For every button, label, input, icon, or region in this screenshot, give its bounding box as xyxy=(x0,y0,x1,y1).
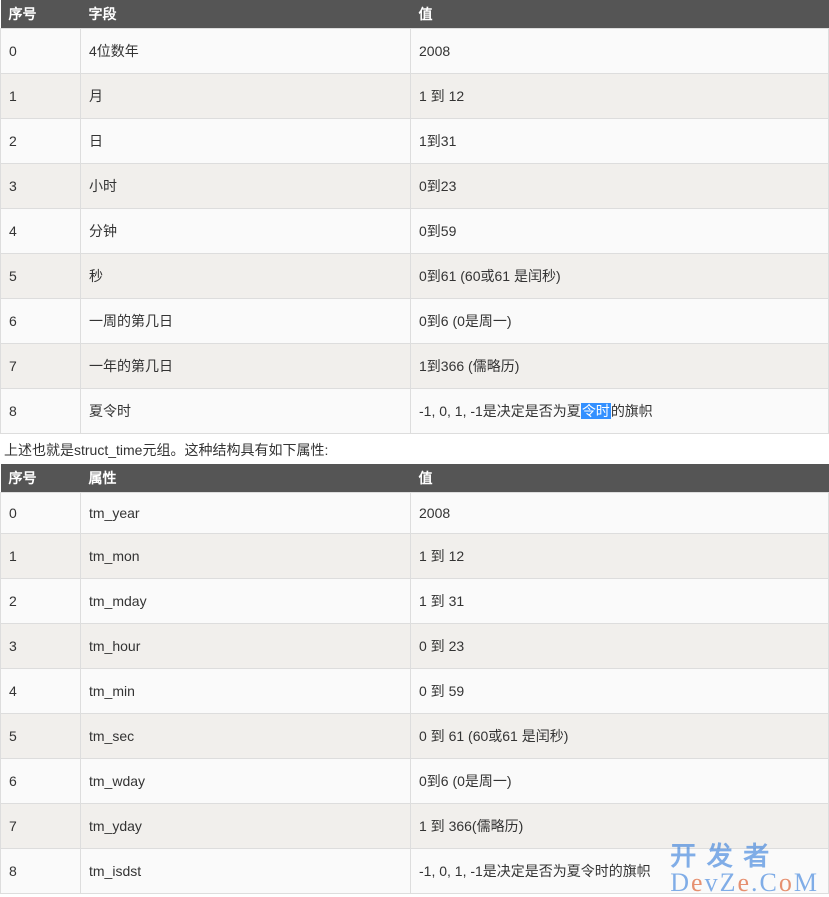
cell-value: -1, 0, 1, -1是决定是否为夏令时的旗帜 xyxy=(411,849,829,894)
cell-attr: tm_min xyxy=(81,669,411,714)
cell-idx: 0 xyxy=(1,493,81,534)
cell-attr: tm_mon xyxy=(81,534,411,579)
cell-field: 小时 xyxy=(81,164,411,209)
cell-idx: 8 xyxy=(1,389,81,434)
table-row: 6 tm_wday 0到6 (0是周一) xyxy=(1,759,829,804)
cell-attr: tm_wday xyxy=(81,759,411,804)
cell-value: 1到366 (儒略历) xyxy=(411,344,829,389)
cell-value: 0 到 23 xyxy=(411,624,829,669)
cell-value: 0到6 (0是周一) xyxy=(411,759,829,804)
table-row: 2 tm_mday 1 到 31 xyxy=(1,579,829,624)
cell-value: 0 到 59 xyxy=(411,669,829,714)
text: -1, 0, 1, -1是决定是否为夏 xyxy=(419,403,581,419)
cell-idx: 6 xyxy=(1,299,81,344)
cell-idx: 8 xyxy=(1,849,81,894)
cell-value: 1到31 xyxy=(411,119,829,164)
cell-idx: 1 xyxy=(1,74,81,119)
highlighted-text: 令时 xyxy=(581,403,611,419)
table-row: 2 日 1到31 xyxy=(1,119,829,164)
cell-field: 秒 xyxy=(81,254,411,299)
cell-idx: 4 xyxy=(1,209,81,254)
cell-idx: 3 xyxy=(1,624,81,669)
table-row: 6 一周的第几日 0到6 (0是周一) xyxy=(1,299,829,344)
cell-field: 月 xyxy=(81,74,411,119)
cell-idx: 5 xyxy=(1,254,81,299)
table-row: 8 夏令时 -1, 0, 1, -1是决定是否为夏令时的旗帜 xyxy=(1,389,829,434)
table-row: 1 月 1 到 12 xyxy=(1,74,829,119)
cell-idx: 7 xyxy=(1,344,81,389)
cell-idx: 7 xyxy=(1,804,81,849)
cell-value: 1 到 12 xyxy=(411,534,829,579)
cell-value: 2008 xyxy=(411,29,829,74)
table-row: 4 分钟 0到59 xyxy=(1,209,829,254)
cell-value: 1 到 12 xyxy=(411,74,829,119)
cell-idx: 4 xyxy=(1,669,81,714)
cell-attr: tm_hour xyxy=(81,624,411,669)
th-index: 序号 xyxy=(1,464,81,493)
th-value: 值 xyxy=(411,0,829,29)
table-row: 1 tm_mon 1 到 12 xyxy=(1,534,829,579)
cell-idx: 3 xyxy=(1,164,81,209)
cell-field: 分钟 xyxy=(81,209,411,254)
cell-value: -1, 0, 1, -1是决定是否为夏令时的旗帜 xyxy=(411,389,829,434)
cell-field: 夏令时 xyxy=(81,389,411,434)
cell-attr: tm_mday xyxy=(81,579,411,624)
th-attr: 属性 xyxy=(81,464,411,493)
cell-value: 1 到 31 xyxy=(411,579,829,624)
cell-value: 0到59 xyxy=(411,209,829,254)
table-row: 8 tm_isdst -1, 0, 1, -1是决定是否为夏令时的旗帜 xyxy=(1,849,829,894)
cell-field: 一周的第几日 xyxy=(81,299,411,344)
th-value: 值 xyxy=(411,464,829,493)
time-tuple-table: 序号 字段 值 0 4位数年 2008 1 月 1 到 12 2 日 1到31 … xyxy=(0,0,829,434)
cell-idx: 2 xyxy=(1,579,81,624)
cell-value: 0到23 xyxy=(411,164,829,209)
th-index: 序号 xyxy=(1,0,81,29)
struct-time-description: 上述也就是struct_time元组。这种结构具有如下属性: xyxy=(4,440,825,460)
cell-value: 0到6 (0是周一) xyxy=(411,299,829,344)
cell-field: 4位数年 xyxy=(81,29,411,74)
table-row: 5 秒 0到61 (60或61 是闰秒) xyxy=(1,254,829,299)
table-row: 4 tm_min 0 到 59 xyxy=(1,669,829,714)
cell-idx: 5 xyxy=(1,714,81,759)
cell-field: 一年的第几日 xyxy=(81,344,411,389)
cell-field: 日 xyxy=(81,119,411,164)
cell-attr: tm_yday xyxy=(81,804,411,849)
cell-idx: 0 xyxy=(1,29,81,74)
cell-idx: 6 xyxy=(1,759,81,804)
struct-time-table: 序号 属性 值 0 tm_year 2008 1 tm_mon 1 到 12 2… xyxy=(0,464,829,894)
table-row: 0 4位数年 2008 xyxy=(1,29,829,74)
table-row: 5 tm_sec 0 到 61 (60或61 是闰秒) xyxy=(1,714,829,759)
table-row: 0 tm_year 2008 xyxy=(1,493,829,534)
table-row: 7 tm_yday 1 到 366(儒略历) xyxy=(1,804,829,849)
cell-value: 1 到 366(儒略历) xyxy=(411,804,829,849)
th-field: 字段 xyxy=(81,0,411,29)
cell-value: 0到61 (60或61 是闰秒) xyxy=(411,254,829,299)
cell-attr: tm_year xyxy=(81,493,411,534)
table-row: 3 tm_hour 0 到 23 xyxy=(1,624,829,669)
cell-attr: tm_sec xyxy=(81,714,411,759)
cell-value: 2008 xyxy=(411,493,829,534)
table-row: 3 小时 0到23 xyxy=(1,164,829,209)
cell-idx: 1 xyxy=(1,534,81,579)
cell-attr: tm_isdst xyxy=(81,849,411,894)
table-row: 7 一年的第几日 1到366 (儒略历) xyxy=(1,344,829,389)
cell-value: 0 到 61 (60或61 是闰秒) xyxy=(411,714,829,759)
cell-idx: 2 xyxy=(1,119,81,164)
text: 的旗帜 xyxy=(611,403,653,419)
